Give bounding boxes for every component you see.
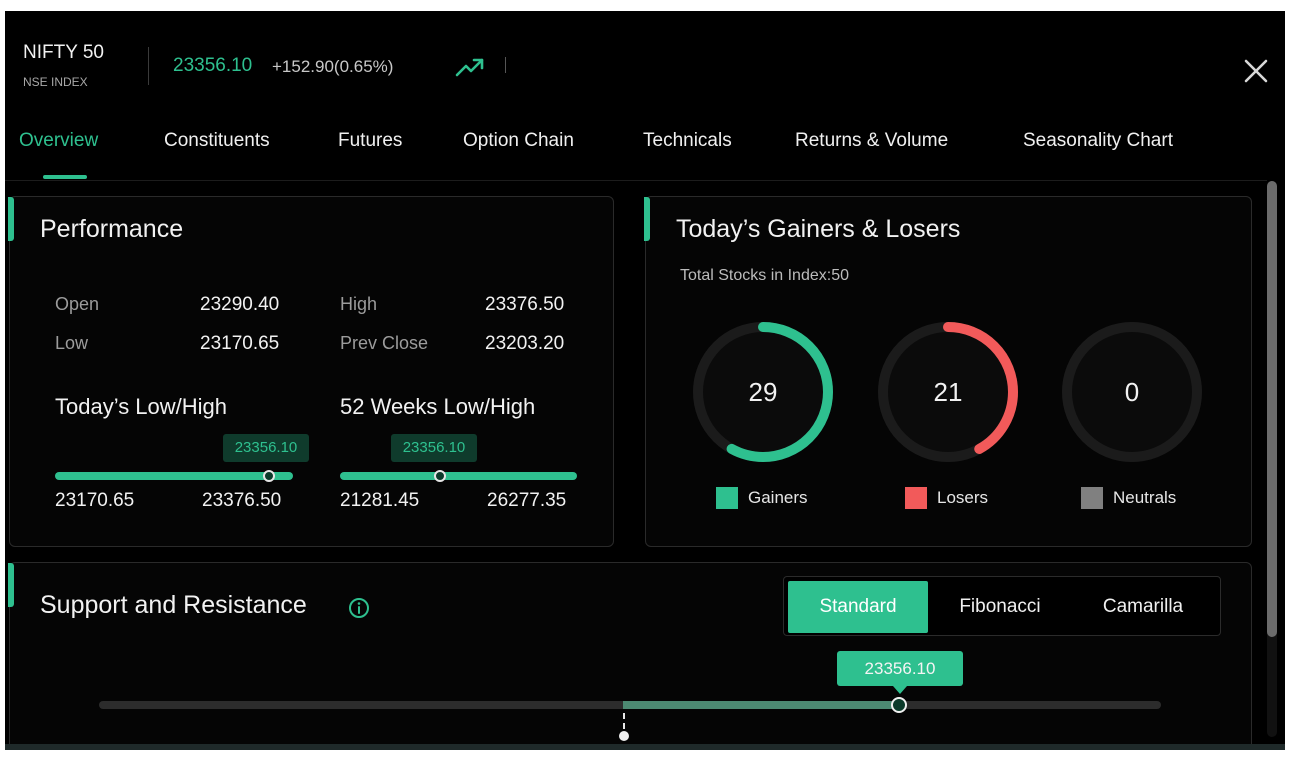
gainers-losers-title: Today’s Gainers & Losers xyxy=(676,215,961,243)
header-divider-small xyxy=(505,57,506,73)
low-label: Low xyxy=(55,333,89,353)
tab-futures[interactable]: Futures xyxy=(338,130,402,152)
today-range-marker xyxy=(263,470,276,482)
open-value: 23290.40 xyxy=(200,294,280,315)
card-accent xyxy=(8,197,14,241)
today-range-track xyxy=(55,472,293,480)
neutrals-legend-swatch xyxy=(1081,487,1103,509)
scrollbar-thumb[interactable] xyxy=(1267,181,1277,637)
performance-card: Performance Open 23290.40 High 23376.50 … xyxy=(8,196,614,547)
gainers-legend-swatch xyxy=(716,487,738,509)
index-detail-modal: NIFTY 50 NSE INDEX 23356.10 +152.90(0.65… xyxy=(5,11,1285,750)
bottom-edge xyxy=(5,744,1285,750)
gainers-losers-card: Today’s Gainers & Losers Total Stocks in… xyxy=(644,196,1252,547)
week52-range-title: 52 Weeks Low/High xyxy=(340,394,536,419)
prev-close-value: 23203.20 xyxy=(485,333,565,354)
header-divider xyxy=(148,47,149,85)
week52-range-marker xyxy=(433,470,446,482)
tab-technicals[interactable]: Technicals xyxy=(643,130,732,152)
support-resistance-title: Support and Resistance xyxy=(40,591,307,619)
neutrals-legend-label: Neutrals xyxy=(1113,488,1177,507)
today-low-value: 23170.65 xyxy=(55,490,135,511)
open-label: Open xyxy=(55,294,100,314)
today-high-value: 23376.50 xyxy=(202,490,282,511)
close-icon[interactable] xyxy=(1241,56,1271,86)
gainers-donut: 29 xyxy=(693,322,833,462)
pivot-marker-dot xyxy=(619,731,629,741)
tab-returns-volume[interactable]: Returns & Volume xyxy=(795,130,948,152)
losers-count: 21 xyxy=(934,377,963,407)
week52-range-track xyxy=(340,472,577,480)
tab-option-chain[interactable]: Option Chain xyxy=(463,130,574,152)
high-value: 23376.50 xyxy=(485,294,565,315)
camarilla-button[interactable]: Camarilla xyxy=(1072,581,1214,633)
sr-current-marker xyxy=(891,697,907,713)
gainers-legend-label: Gainers xyxy=(748,488,808,507)
index-price: 23356.10 xyxy=(173,55,253,76)
index-change: +152.90(0.65%) xyxy=(272,57,394,76)
card-accent xyxy=(644,197,650,241)
today-range-title: Today’s Low/High xyxy=(55,394,228,419)
neutrals-count: 0 xyxy=(1125,377,1139,407)
card-accent xyxy=(8,563,14,607)
high-label: High xyxy=(340,294,378,314)
neutrals-donut: 0 xyxy=(1062,322,1202,462)
fibonacci-button[interactable]: Fibonacci xyxy=(930,581,1070,633)
sr-current-tag: 23356.10 xyxy=(837,651,963,686)
index-name: NIFTY 50 xyxy=(23,42,104,63)
losers-donut: 21 xyxy=(878,322,1018,462)
standard-button[interactable]: Standard xyxy=(788,581,928,633)
active-tab-indicator xyxy=(43,175,87,179)
pivot-marker-line xyxy=(623,713,625,729)
tab-bar: Overview Constituents Futures Option Cha… xyxy=(5,130,1275,180)
info-icon[interactable] xyxy=(348,597,370,619)
gainers-count: 29 xyxy=(749,377,778,407)
pivot-type-selector: Standard Fibonacci Camarilla xyxy=(783,576,1221,636)
total-stocks-label: Total Stocks in Index:50 xyxy=(680,267,849,284)
tab-overview[interactable]: Overview xyxy=(19,130,98,152)
week52-low-value: 21281.45 xyxy=(340,490,420,511)
prev-close-label: Prev Close xyxy=(340,333,429,353)
tab-constituents[interactable]: Constituents xyxy=(164,130,270,152)
low-value: 23170.65 xyxy=(200,333,280,354)
trending-up-icon[interactable] xyxy=(455,55,485,79)
tab-seasonality-chart[interactable]: Seasonality Chart xyxy=(1023,130,1173,152)
week52-current-tag: 23356.10 xyxy=(391,434,477,462)
losers-legend-label: Losers xyxy=(937,488,989,507)
losers-legend-swatch xyxy=(905,487,927,509)
support-resistance-fill xyxy=(623,701,899,709)
exchange-label: NSE INDEX xyxy=(23,75,88,89)
today-current-tag: 23356.10 xyxy=(223,434,309,462)
sr-tag-pointer xyxy=(893,686,907,694)
performance-title: Performance xyxy=(40,215,184,243)
week52-high-value: 26277.35 xyxy=(487,490,567,511)
tabs-divider xyxy=(5,180,1267,181)
